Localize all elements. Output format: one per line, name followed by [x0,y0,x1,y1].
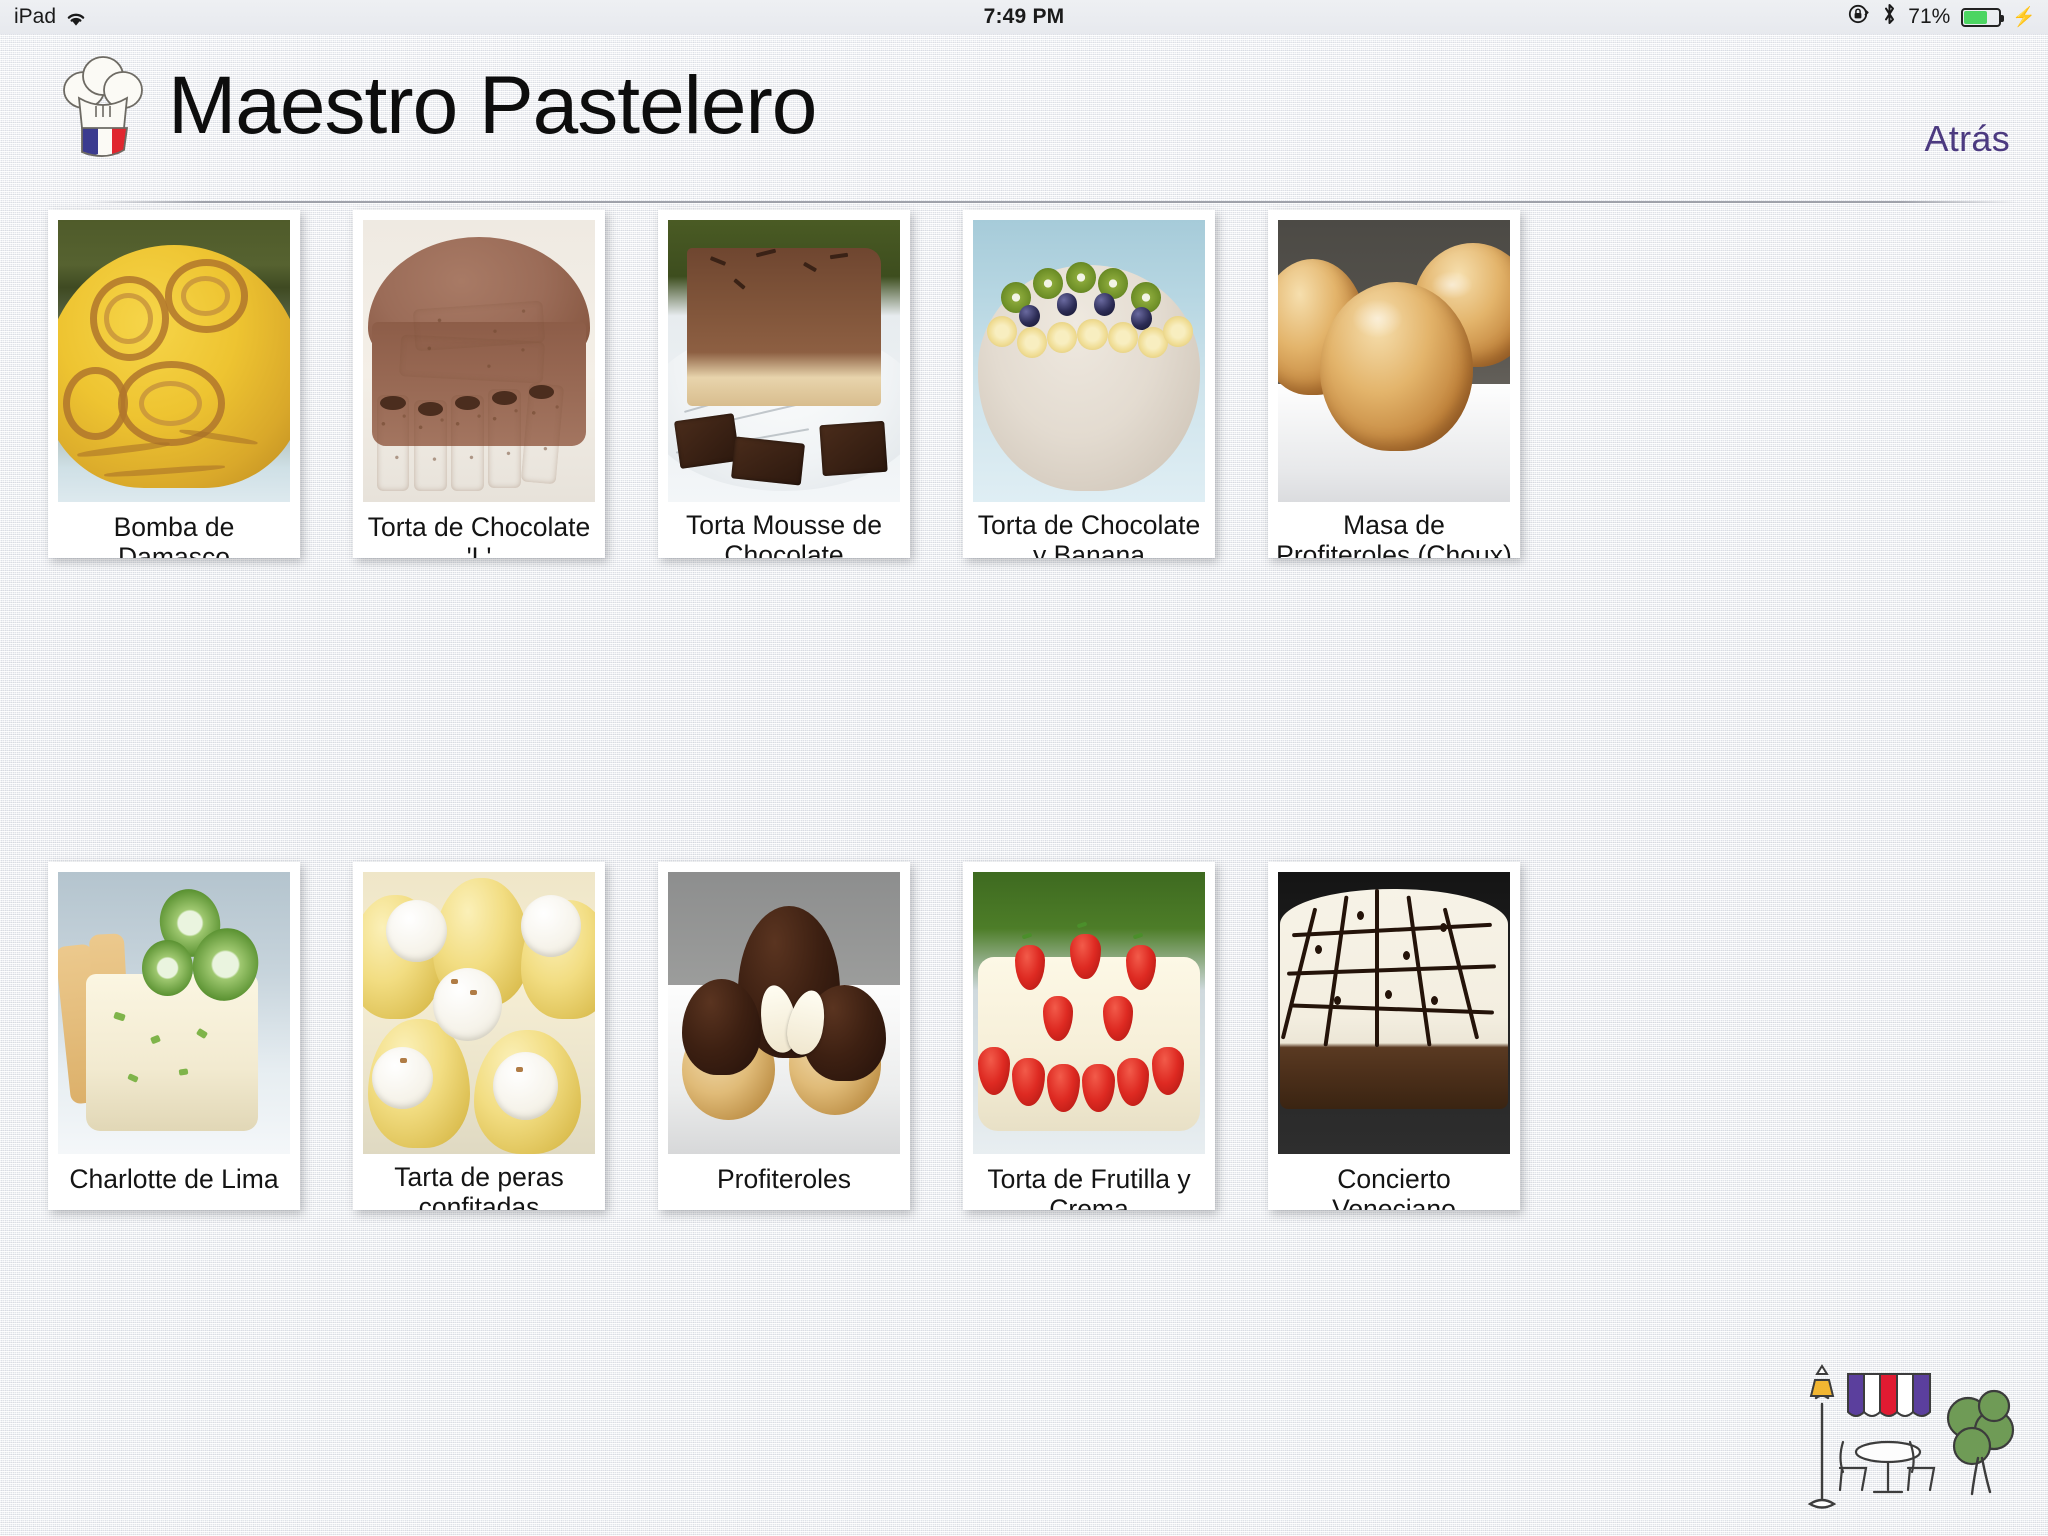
french-cafe-sketch-logo [1796,1358,2036,1526]
recipe-card[interactable]: Profiteroles [658,862,910,1210]
recipe-row: Bomba de Damasco Torta de Chocolate 'L' … [0,196,2048,796]
recipe-thumbnail [1278,220,1510,502]
recipe-title: Charlotte de Lima [69,1164,279,1194]
back-button[interactable]: Atrás [1924,118,2010,160]
recipe-thumbnail [363,872,595,1154]
recipe-thumbnail [1278,872,1510,1154]
bluetooth-icon [1882,2,1897,32]
recipe-title: Concierto Veneciano [1332,1164,1456,1210]
recipe-card[interactable]: Torta de Chocolate y Banana [963,210,1215,558]
recipe-title: Torta Mousse de Chocolate [686,510,882,558]
recipe-thumbnail [58,872,290,1154]
recipe-title: Profiteroles [716,1164,852,1194]
recipe-card[interactable]: Masa de Profiteroles (Choux) [1268,210,1520,558]
recipe-thumbnail [668,872,900,1154]
app-header: Maestro Pastelero Atrás [0,34,2048,203]
recipe-title: Bomba de Damasco [113,512,235,558]
recipe-title: Torta de Chocolate 'L' [367,512,591,558]
recipe-card[interactable]: Concierto Veneciano [1268,862,1520,1210]
chef-hat-icon [60,54,146,162]
recipe-thumbnail [668,220,900,502]
recipe-thumbnail [973,872,1205,1154]
recipe-thumbnail [58,220,290,502]
recipe-card[interactable]: Bomba de Damasco [48,210,300,558]
recipe-thumbnail [363,220,595,502]
recipe-card[interactable]: Torta de Chocolate 'L' [353,210,605,558]
recipe-card[interactable]: Tarta de peras confitadas [353,862,605,1210]
status-bar: iPad 7:49 PM 71% ⚡ [0,0,2048,34]
page-title: Maestro Pastelero [168,60,817,151]
battery-percent-label: 71% [1908,5,1951,28]
recipe-title: Tarta de peras confitadas [394,1162,564,1210]
recipe-title: Torta de Chocolate y Banana [977,510,1201,558]
recipe-grid: Bomba de Damasco Torta de Chocolate 'L' … [0,196,2048,1396]
recipe-card[interactable]: Torta de Frutilla y Crema [963,862,1215,1210]
rotation-lock-icon [1847,2,1871,32]
clock: 7:49 PM [983,5,1065,28]
recipe-row: Charlotte de Lima Tarta de peras confita… [0,796,2048,1396]
charging-bolt-icon: ⚡ [2012,6,2036,28]
battery-icon [1961,7,2005,27]
recipe-thumbnail [973,220,1205,502]
status-bar-right: 71% ⚡ [1847,2,2036,32]
recipe-title: Masa de Profiteroles (Choux) [1276,510,1512,558]
recipe-card[interactable]: Charlotte de Lima [48,862,300,1210]
recipe-title: Torta de Frutilla y Crema [987,1164,1191,1210]
recipe-card[interactable]: Torta Mousse de Chocolate [658,210,910,558]
